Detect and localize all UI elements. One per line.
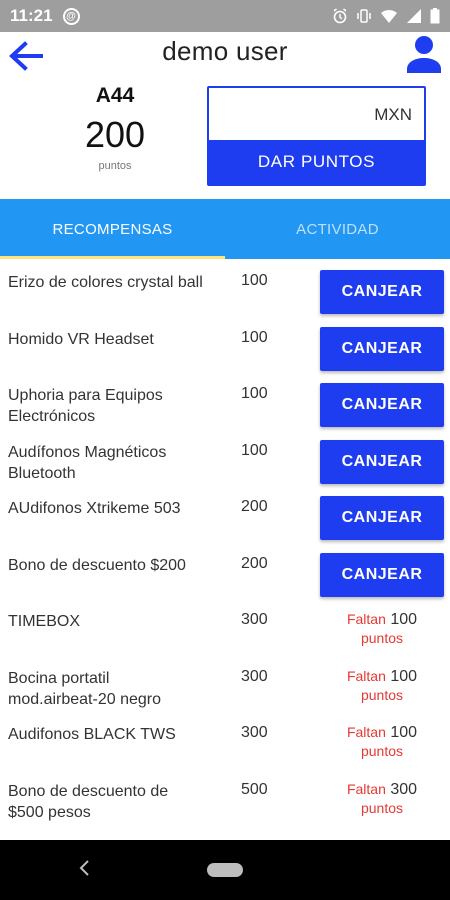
redeem-button[interactable]: CANJEAR [320,552,444,597]
reward-cost: 500 [241,780,268,798]
reward-cost: 100 [241,328,268,346]
status-icons [332,8,440,24]
points-missing-notice: Faltan 100 puntos [320,667,444,705]
reward-name: Homido VR Headset [8,330,154,348]
amount-input[interactable] [209,88,424,142]
reward-name: Bocina portatil mod.airbeat-20 negro [8,669,161,708]
list-item: AUdifonos Xtrikeme 503 200 CANJEAR [0,488,450,545]
redeem-button[interactable]: CANJEAR [320,326,444,371]
points-missing-notice: Faltan 100 puntos [320,610,444,648]
vibrate-icon [357,9,371,23]
tab-label: RECOMPENSAS [52,220,173,238]
reward-cost: 100 [241,385,268,402]
tab-rewards[interactable]: RECOMPENSAS [0,199,225,259]
list-item: Uphoria para Equipos Electrónicos 100 CA… [0,375,450,432]
redeem-button[interactable]: CANJEAR [320,439,444,484]
missing-label: Faltan [346,667,386,684]
reward-cost: 100 [241,441,268,459]
redeem-button[interactable]: CANJEAR [320,383,444,427]
missing-unit: puntos [360,686,404,703]
list-item: Bocina portatil mod.airbeat-20 negro 300… [0,658,450,715]
nav-back-icon[interactable] [78,858,98,882]
points-missing-notice: Faltan 300 puntos [320,780,444,818]
tab-bar: RECOMPENSAS ACTIVIDAD [0,199,450,259]
redeem-button[interactable]: CANJEAR [320,496,444,540]
list-item: Bono de descuento de $500 pesos 500 Falt… [0,771,450,828]
redeem-button[interactable]: CANJEAR [320,270,444,314]
missing-label: Faltan [346,724,386,740]
reward-name: Bono de descuento de $500 pesos [8,782,169,821]
reward-name: Audífonos Magnéticos Bluetooth [8,443,167,482]
app-bar: demo user [0,32,450,80]
reward-cost: 100 [241,272,268,289]
points-unit-label: puntos [98,160,132,172]
reward-name: TIMEBOX [8,613,81,630]
signal-icon [407,9,421,23]
reward-cost: 300 [241,724,268,741]
list-item: Erizo de colores crystal ball 100 CANJEA… [0,262,450,319]
missing-unit: puntos [360,630,404,646]
active-tab-indicator [0,256,225,259]
reward-cost: 300 [241,611,268,628]
reward-name: Bono de descuento $200 [8,556,186,574]
missing-unit: puntos [360,743,404,759]
give-points-button[interactable]: DAR PUNTOS [209,140,424,184]
alarm-icon [333,8,347,24]
missing-amount: 300 [390,780,418,798]
reward-name: AUdifonos Xtrikeme 503 [8,500,181,517]
missing-label: Faltan [346,611,386,627]
points-missing-notice: Faltan 100 puntos [320,723,444,761]
wifi-icon [381,9,397,23]
missing-amount: 100 [390,724,418,741]
missing-label: Faltan [346,780,386,797]
rewards-list: Erizo de colores crystal ball 100 CANJEA… [0,262,450,827]
points-balance: 200 [84,114,146,155]
list-item: Homido VR Headset 100 CANJEAR [0,319,450,376]
points-summary: A44 200 puntos [40,84,190,172]
reward-cost: 300 [241,667,268,685]
list-item: TIMEBOX 300 Faltan 100 puntos [0,601,450,658]
person-icon [407,36,441,73]
reward-name: Uphoria para Equipos Electrónicos [8,387,163,425]
system-nav-bar [0,840,450,900]
missing-unit: puntos [360,799,404,816]
profile-button[interactable] [404,32,444,76]
page-title: demo user [162,36,288,66]
missing-amount: 100 [390,611,418,628]
nav-home-pill-icon[interactable] [207,863,243,877]
battery-icon [430,8,440,24]
status-time: 11:21 [10,6,53,25]
tab-label: ACTIVIDAD [296,220,379,238]
missing-amount: 100 [390,667,418,685]
reward-name: Audifonos BLACK TWS [8,726,176,743]
reward-name: Erizo de colores crystal ball [8,274,203,291]
tab-activity[interactable]: ACTIVIDAD [225,199,450,259]
reward-cost: 200 [241,554,268,572]
list-item: Bono de descuento $200 200 CANJEAR [0,545,450,602]
at-sign-icon: @ [62,7,80,25]
list-item: Audifonos BLACK TWS 300 Faltan 100 punto… [0,714,450,771]
status-bar: 11:21 @ [0,0,450,32]
give-points-panel: DAR PUNTOS [207,86,426,186]
account-code: A44 [95,84,135,107]
list-item: Audífonos Magnéticos Bluetooth 100 CANJE… [0,432,450,489]
reward-cost: 200 [241,498,268,515]
